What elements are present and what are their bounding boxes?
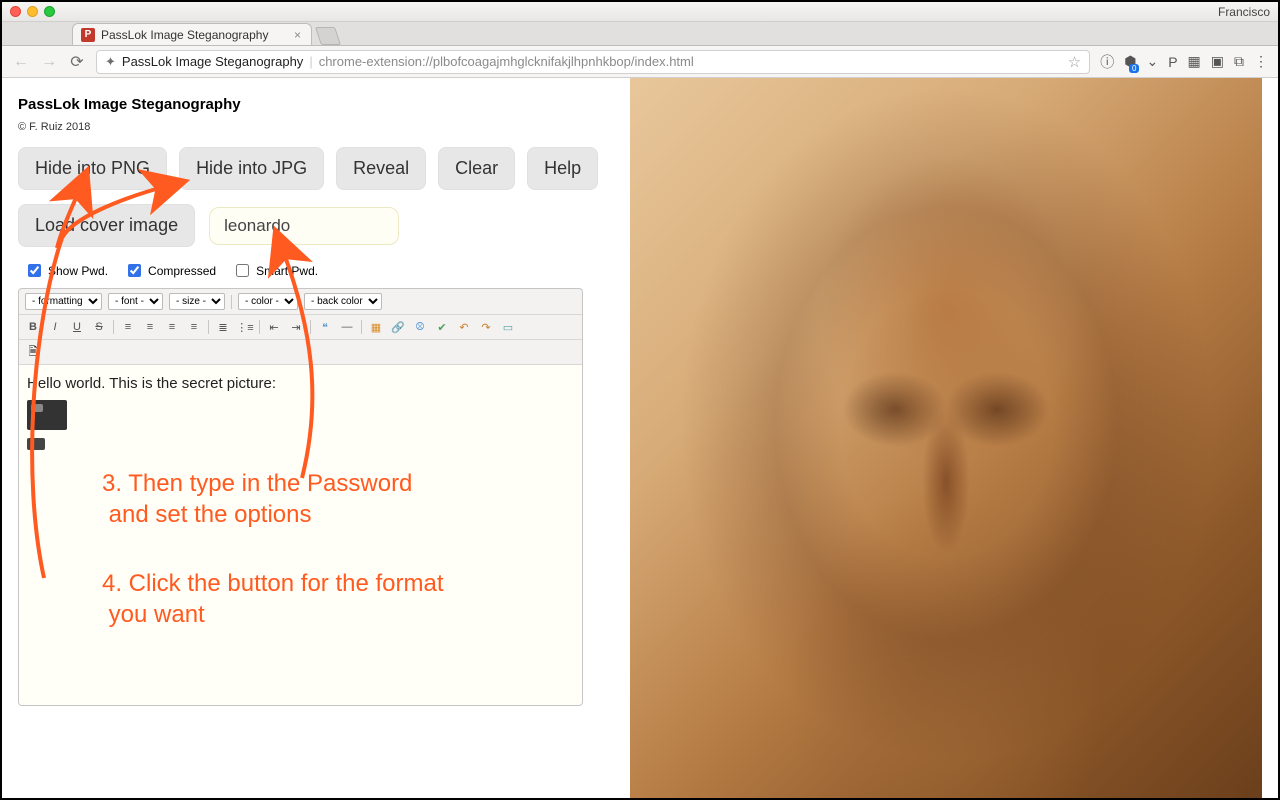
address-bar[interactable]: ✦ PassLok Image Steganography | chrome-e…	[96, 50, 1090, 74]
window-titlebar: Francisco	[2, 2, 1278, 22]
formatting-select[interactable]: - formatting	[25, 293, 102, 310]
compressed-label: Compressed	[148, 264, 216, 278]
link-icon[interactable]: 🔗	[390, 319, 406, 335]
toolbar-separator	[208, 320, 209, 334]
menu-dots-icon[interactable]: ⋮	[1254, 53, 1268, 70]
toolbar-separator	[310, 320, 311, 334]
profile-name[interactable]: Francisco	[1218, 5, 1270, 19]
clear-button[interactable]: Clear	[438, 147, 515, 190]
strike-icon[interactable]: S	[91, 319, 107, 335]
browser-tab[interactable]: P PassLok Image Steganography ×	[72, 23, 312, 45]
list-ordered-icon[interactable]: ≣	[215, 319, 231, 335]
italic-icon[interactable]: I	[47, 319, 63, 335]
passlok-p-icon[interactable]: P	[1168, 54, 1177, 70]
pocket-icon[interactable]: ⌄	[1146, 53, 1158, 70]
tab-favicon-icon: P	[81, 28, 95, 42]
editor-toolbar-row-3: 🗎	[19, 340, 582, 365]
close-window-icon[interactable]	[10, 6, 21, 17]
page-content: PassLok Image Steganography © F. Ruiz 20…	[2, 78, 1278, 798]
color-select[interactable]: - color -	[238, 293, 298, 310]
image-icon[interactable]: ▦	[368, 319, 384, 335]
quote-icon[interactable]: ❝	[317, 319, 333, 335]
toolbar-separator	[361, 320, 362, 334]
align-right-icon[interactable]: ≡	[164, 319, 180, 335]
editor-body[interactable]: Hello world. This is the secret picture:	[19, 365, 582, 705]
font-select[interactable]: - font -	[108, 293, 163, 310]
toolbar-separator	[113, 320, 114, 334]
clean-icon[interactable]: ✔	[434, 319, 450, 335]
tab-title: PassLok Image Steganography	[101, 28, 286, 42]
underline-icon[interactable]: U	[69, 319, 85, 335]
show-pwd-label: Show Pwd.	[48, 264, 108, 278]
smart-pwd-checkbox[interactable]	[236, 264, 249, 277]
unlink-icon[interactable]: ⮾	[412, 319, 428, 335]
tab-close-icon[interactable]: ×	[292, 28, 303, 42]
outdent-icon[interactable]: ⇤	[266, 319, 282, 335]
minimize-window-icon[interactable]	[27, 6, 38, 17]
new-tab-button[interactable]	[315, 27, 341, 45]
align-left-icon[interactable]: ≡	[120, 319, 136, 335]
hide-into-png-button[interactable]: Hide into PNG	[18, 147, 167, 190]
extension-puzzle-icon: ✦	[105, 54, 116, 70]
back-color-select[interactable]: - back color	[304, 293, 382, 310]
embedded-thumbnail-icon	[27, 400, 67, 430]
omnibox-divider: |	[309, 54, 312, 69]
maximize-window-icon[interactable]	[44, 6, 55, 17]
info-icon[interactable]: ⓘ	[1100, 52, 1114, 72]
traffic-lights	[10, 6, 55, 17]
rich-text-editor: - formatting - font - - size - - color -…	[18, 288, 583, 706]
editor-toolbar-row-2: B I U S ≡ ≡ ≡ ≡ ≣ ⋮≡ ⇤ ⇥ ❝ — ▦ 🔗	[19, 315, 582, 340]
bookmark-star-icon[interactable]: ☆	[1068, 53, 1081, 71]
size-select[interactable]: - size -	[169, 293, 225, 310]
redo-icon[interactable]: ↷	[478, 319, 494, 335]
editor-toolbar-row-1: - formatting - font - - size - - color -…	[19, 289, 582, 315]
show-pwd-check[interactable]: Show Pwd.	[24, 261, 108, 280]
cast-icon[interactable]: ⧉	[1234, 53, 1244, 70]
toolbar-separator	[231, 295, 232, 309]
align-justify-icon[interactable]: ≡	[186, 319, 202, 335]
compressed-check[interactable]: Compressed	[124, 261, 216, 280]
bold-icon[interactable]: B	[25, 319, 41, 335]
list-unordered-icon[interactable]: ⋮≡	[237, 319, 253, 335]
indent-icon[interactable]: ⇥	[288, 319, 304, 335]
html-icon[interactable]: ▭	[500, 319, 516, 335]
toolbar-right-icons: ⓘ ⬢ ⌄ P ▦ ▣ ⧉ ⋮	[1100, 52, 1268, 72]
smart-pwd-check[interactable]: Smart Pwd.	[232, 261, 318, 280]
embedded-thumbnail-small-icon	[27, 438, 45, 450]
load-cover-image-button[interactable]: Load cover image	[18, 204, 195, 247]
back-icon: ←	[12, 53, 30, 71]
forward-icon: →	[40, 53, 58, 71]
align-center-icon[interactable]: ≡	[142, 319, 158, 335]
smart-pwd-label: Smart Pwd.	[256, 264, 318, 278]
undo-icon[interactable]: ↶	[456, 319, 472, 335]
cover-image-preview	[630, 78, 1262, 798]
omnibox-url: chrome-extension://plbofcoagajmhglcknifa…	[319, 54, 694, 69]
qr-icon[interactable]: ▦	[1188, 53, 1201, 70]
toolbar-separator	[259, 320, 260, 334]
document-icon[interactable]: 🗎	[25, 344, 41, 360]
extensions-badge-icon[interactable]: ⬢	[1124, 53, 1136, 70]
tab-strip: P PassLok Image Steganography ×	[2, 22, 1278, 46]
reload-icon[interactable]: ⟳	[68, 52, 86, 72]
show-pwd-checkbox[interactable]	[28, 264, 41, 277]
compressed-checkbox[interactable]	[128, 264, 141, 277]
editor-text: Hello world. This is the secret picture:	[27, 375, 276, 392]
picture-icon[interactable]: ▣	[1211, 53, 1224, 70]
reveal-button[interactable]: Reveal	[336, 147, 426, 190]
hide-into-jpg-button[interactable]: Hide into JPG	[179, 147, 324, 190]
omnibox-extension-name: PassLok Image Steganography	[122, 54, 303, 69]
toolbar: ← → ⟳ ✦ PassLok Image Steganography | ch…	[2, 46, 1278, 78]
help-button[interactable]: Help	[527, 147, 598, 190]
password-input[interactable]	[209, 207, 399, 245]
hr-icon[interactable]: —	[339, 319, 355, 335]
